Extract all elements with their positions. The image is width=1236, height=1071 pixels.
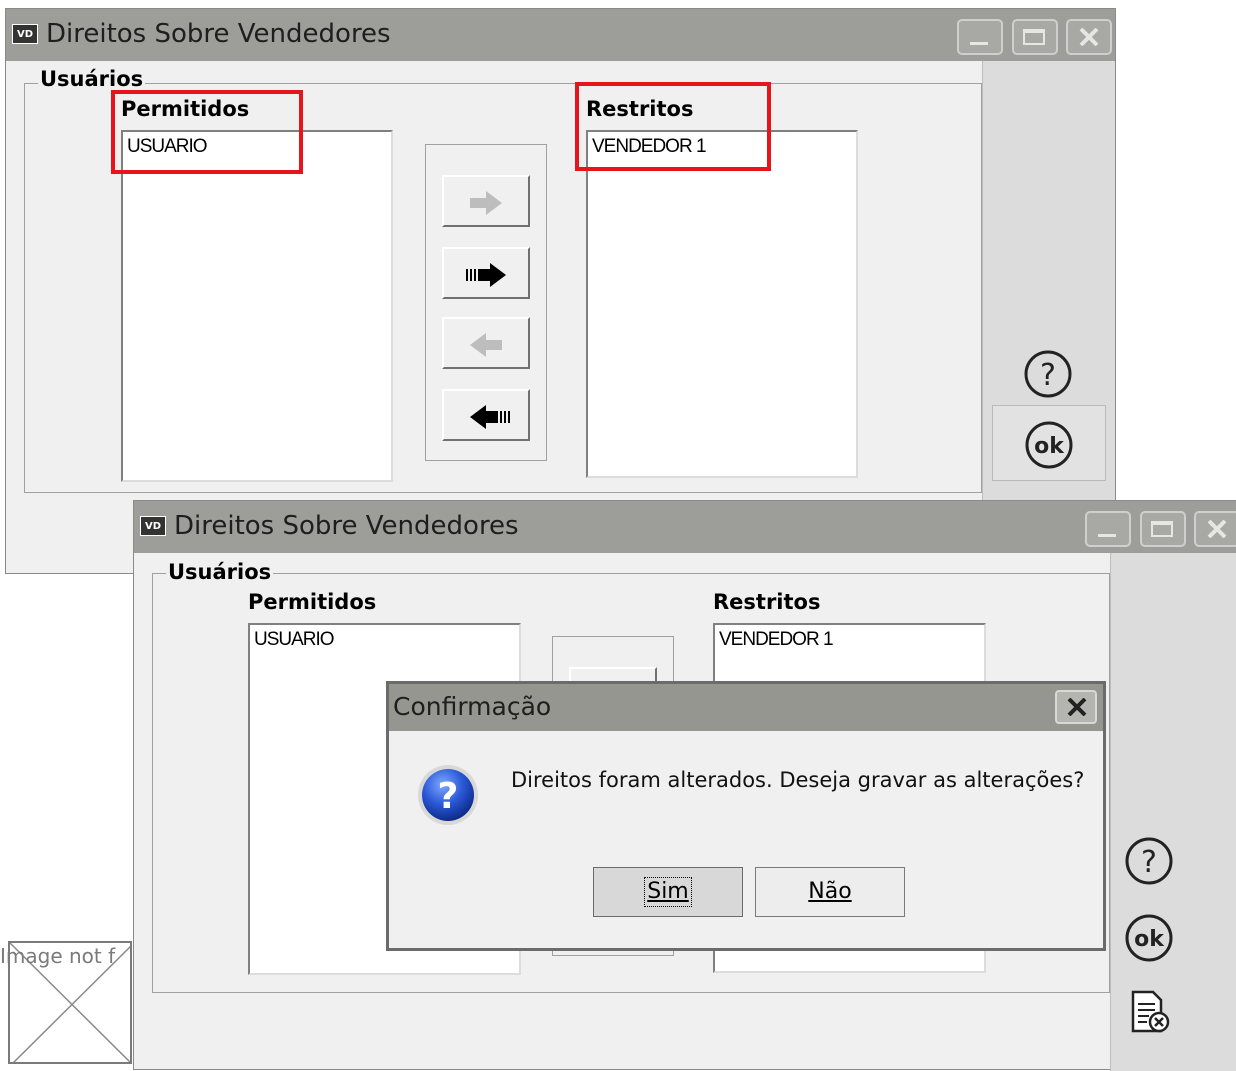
transfer-buttons-panel	[425, 144, 547, 461]
dialog-message: Direitos foram alterados. Deseja gravar …	[511, 768, 1085, 792]
ok-button[interactable]: ok	[992, 405, 1106, 481]
no-button[interactable]: Não	[755, 867, 905, 917]
move-right-button[interactable]	[442, 175, 530, 227]
arrow-right-icon	[470, 191, 502, 215]
arrow-all-right-icon	[466, 263, 506, 287]
title-bar[interactable]: VD Direitos Sobre Vendedores	[134, 501, 1236, 553]
window-title: Direitos Sobre Vendedores	[46, 19, 391, 49]
svg-text:?: ?	[1141, 845, 1157, 880]
maximize-button[interactable]	[1140, 511, 1186, 547]
action-sidebar: ? ok	[1110, 553, 1236, 1071]
permitted-highlight	[111, 90, 303, 174]
list-item[interactable]: USUARIO	[254, 629, 335, 651]
svg-text:?: ?	[438, 776, 459, 817]
ok-icon: ok	[1025, 421, 1073, 469]
app-icon: VD	[140, 516, 166, 536]
dialog-close-button[interactable]	[1055, 690, 1097, 724]
window-top: VD Direitos Sobre Vendedores Usuários Pe…	[5, 8, 1116, 574]
help-icon[interactable]: ?	[1122, 834, 1176, 888]
maximize-icon	[1023, 29, 1045, 45]
restricted-label: Restritos	[713, 590, 821, 614]
close-icon	[1207, 520, 1227, 538]
yes-label: Sim	[644, 877, 692, 907]
ok-icon[interactable]: ok	[1122, 911, 1176, 965]
svg-text:?: ?	[1040, 358, 1056, 393]
permitted-list[interactable]: USUARIO	[121, 130, 393, 482]
maximize-icon	[1151, 521, 1173, 537]
minimize-icon	[970, 42, 988, 45]
users-group-label: Usuários	[38, 67, 146, 91]
arrow-left-icon	[470, 333, 502, 357]
restricted-highlight	[575, 82, 771, 171]
question-icon: ?	[418, 765, 478, 825]
broken-image-text: Image not f	[0, 944, 116, 968]
restricted-list[interactable]: VENDEDOR 1	[586, 130, 858, 478]
maximize-button[interactable]	[1012, 19, 1058, 55]
no-label: Não	[808, 879, 852, 904]
minimize-button[interactable]	[957, 19, 1003, 55]
document-cancel-icon[interactable]	[1127, 989, 1173, 1035]
minimize-button[interactable]	[1085, 511, 1131, 547]
move-all-left-button[interactable]	[442, 389, 530, 441]
close-icon	[1067, 698, 1087, 716]
dialog-title-bar[interactable]: Confirmação	[389, 684, 1103, 731]
yes-button[interactable]: Sim	[593, 867, 743, 917]
move-left-button[interactable]	[442, 317, 530, 369]
close-button[interactable]	[1066, 19, 1112, 55]
arrow-all-left-icon	[470, 405, 510, 429]
confirm-dialog: Confirmação ? Direitos foram alterados. …	[386, 681, 1106, 951]
close-button[interactable]	[1194, 511, 1236, 547]
list-item[interactable]: VENDEDOR 1	[719, 629, 834, 651]
permitted-label: Permitidos	[248, 590, 377, 614]
action-sidebar: ? ok	[982, 61, 1115, 573]
minimize-icon	[1098, 534, 1116, 537]
move-all-right-button[interactable]	[442, 247, 530, 299]
window-title: Direitos Sobre Vendedores	[174, 511, 519, 541]
title-bar[interactable]: VD Direitos Sobre Vendedores	[6, 9, 1115, 61]
svg-text:ok: ok	[1134, 927, 1165, 952]
svg-text:ok: ok	[1034, 434, 1065, 459]
users-group-label: Usuários	[166, 560, 274, 584]
yes-label-text: Sim	[647, 879, 689, 904]
close-icon	[1079, 28, 1099, 46]
app-icon: VD	[12, 24, 38, 44]
help-icon[interactable]: ?	[1021, 347, 1075, 401]
dialog-title: Confirmação	[393, 692, 552, 721]
